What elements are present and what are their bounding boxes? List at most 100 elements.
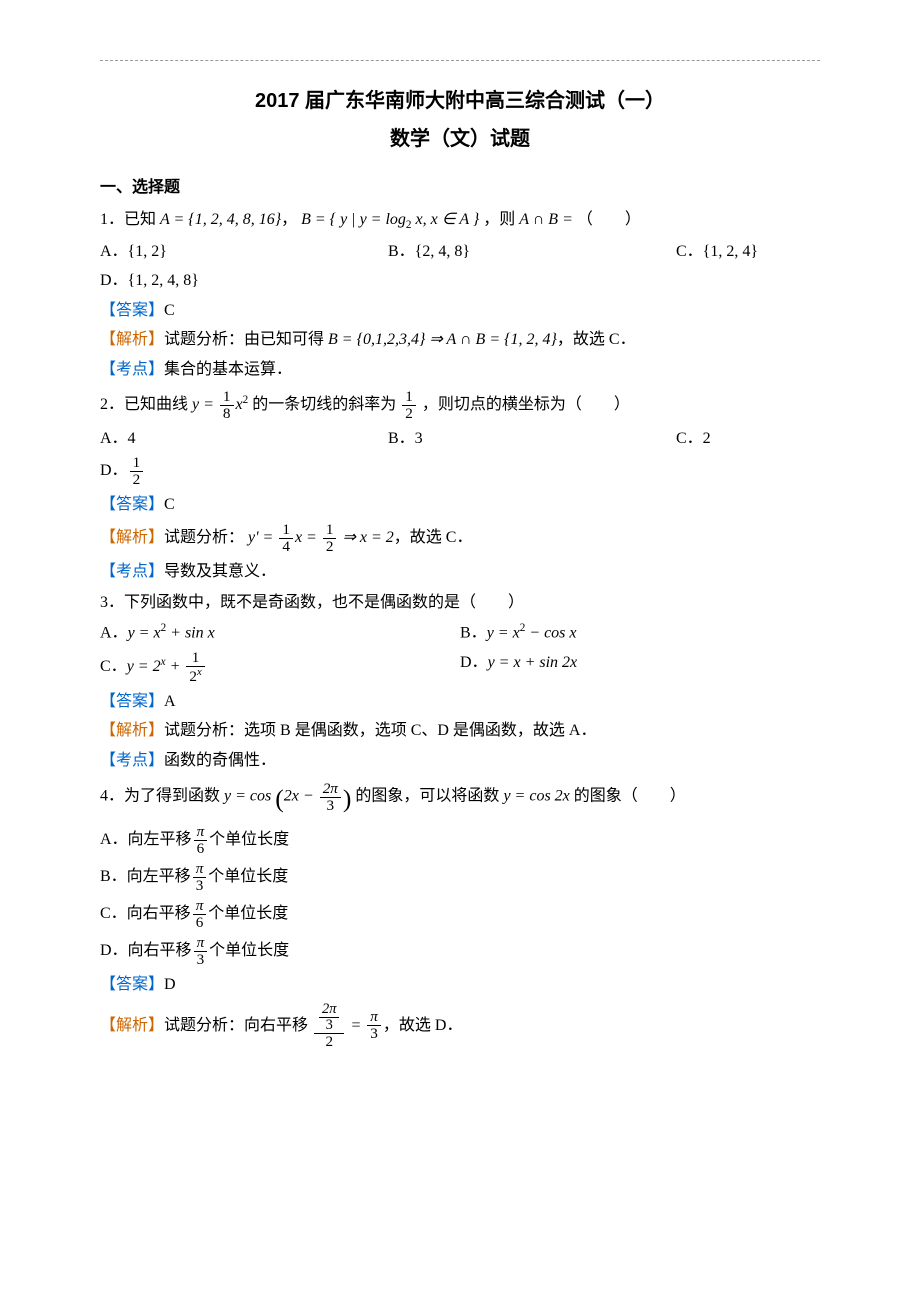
q1-optC-txt: C．{1, 2, 4}: [676, 243, 758, 260]
q4-inner-frac: 2π3: [320, 781, 341, 814]
q2-optD-frac: 12: [130, 455, 144, 488]
q4-optB: B．向左平移π3个单位长度: [100, 861, 820, 894]
q1-options: A．{1, 2} B．{2, 4, 8} C．{1, 2, 4}: [100, 239, 820, 265]
q2-f2d: 2: [402, 406, 416, 422]
q2-pre: 2．已知曲线: [100, 396, 188, 413]
q3-opts-row2: C．y = 2x + 12x D．y = x + sin 2x: [100, 650, 820, 685]
q2-optA: A．4: [100, 426, 388, 452]
q3-optA-pre: A．: [100, 624, 128, 641]
q2-exp-f1: 14: [279, 522, 293, 555]
q4-optD: D．向右平移 π3个单位长度: [100, 935, 820, 968]
q4-optD-pre: D．向右平移: [100, 942, 192, 959]
q1-ans-val: C: [164, 302, 175, 319]
q4-inner-pre: 2x −: [284, 788, 314, 805]
q2-exp-arrow: ⇒ x = 2: [342, 529, 393, 546]
q3-topic: 【考点】函数的奇偶性．: [100, 748, 820, 774]
q2-x: x: [236, 396, 243, 413]
q4-optA-n: π: [197, 823, 205, 840]
q4-exp-rn: π: [370, 1008, 378, 1025]
q1-optC: C．{1, 2, 4}: [676, 239, 820, 265]
q3-optB-m: y = x: [487, 624, 520, 641]
q3-optC-pre: C．: [100, 658, 127, 675]
q2-optD: D．12: [100, 455, 820, 488]
lparen-icon: (: [275, 784, 284, 813]
q3-optA-m: y = x: [128, 624, 161, 641]
q4-optB-n: π: [196, 860, 204, 877]
q4-optD-n: π: [197, 934, 205, 951]
q3-optD-m: y = x + sin 2x: [488, 654, 578, 671]
q2-explanation: 【解析】试题分析： y' = 14x = 12 ⇒ x = 2，故选 C．: [100, 522, 820, 555]
q3-stem: 3．下列函数中，既不是奇函数，也不是偶函数的是（ ）: [100, 590, 820, 616]
q4-optC-pre: C．向右平移: [100, 905, 191, 922]
q2-f1d: 8: [220, 406, 234, 422]
q4-optC-tail: 个单位长度: [208, 905, 288, 922]
q2-sup2: 2: [243, 393, 249, 405]
q4-exp-bignum: 2π3: [314, 1002, 344, 1034]
q3-exp-txt: 试题分析：选项 B 是偶函数，选项 C、D 是偶函数，故选 A．: [164, 722, 596, 739]
q3-optC: C．y = 2x + 12x: [100, 650, 460, 685]
q4-optA: A．向左平移 π6个单位长度: [100, 824, 820, 857]
page-title-2: 数学（文）试题: [100, 123, 820, 155]
q4-optA-d: 6: [194, 841, 208, 857]
q4-optB-pre: B．向左平移: [100, 868, 191, 885]
section-heading: 一、选择题: [100, 175, 820, 201]
q2-kp-txt: 导数及其意义．: [164, 563, 276, 580]
q1-optB: B．{2, 4, 8}: [388, 239, 676, 265]
q4-tail: 的图象（ ）: [574, 788, 686, 805]
q3-opts-row1: A．y = x2 + sin x B．y = x2 − cos x: [100, 620, 820, 646]
answer-tag: 【答案】: [100, 496, 164, 513]
q1-exp-math: B = {0,1,2,3,4} ⇒ A ∩ B = {1, 2, 4}: [328, 331, 557, 348]
q3-optC-frac: 12x: [186, 650, 204, 685]
page-title-1: 2017 届广东华南师大附中高三综合测试（一）: [100, 85, 820, 117]
top-divider: [100, 60, 820, 61]
q3-optB-t: − cos x: [525, 624, 576, 641]
q1-setB-tail: x, x ∈ A }: [412, 211, 480, 228]
answer-tag: 【答案】: [100, 302, 164, 319]
q4-exp-pre: 试题分析：向右平移: [164, 1016, 308, 1033]
q4-exp-in-bot: 3: [319, 1018, 339, 1033]
q2-f1n: 1: [220, 389, 234, 406]
q2-topic: 【考点】导数及其意义．: [100, 559, 820, 585]
explain-tag: 【解析】: [100, 1016, 164, 1033]
q1-topic: 【考点】集合的基本运算．: [100, 357, 820, 383]
q4-optD-tail: 个单位长度: [209, 942, 289, 959]
q3-optC-plus: +: [166, 658, 185, 675]
q4-optA-pre: A．向左平移: [100, 832, 192, 849]
q2-f2n: 1: [402, 389, 416, 406]
q2-options: A．4 B．3 C．2: [100, 426, 820, 452]
q1-setB: B = { y | y = log2 x, x ∈ A }: [301, 211, 483, 228]
q2-ef2n: 1: [323, 522, 337, 539]
q1-optA: A．{1, 2}: [100, 239, 388, 265]
q3-ans-val: A: [164, 693, 176, 710]
topic-tag: 【考点】: [100, 563, 164, 580]
q4-exp-eq: =: [350, 1016, 361, 1033]
q4-optC-d: 6: [193, 915, 207, 931]
question-4: 4．为了得到函数 y = cos (2x − 2π3) 的图象，可以将函数 y …: [100, 779, 820, 1049]
q3-optB-pre: B．: [460, 624, 487, 641]
q3-optC-den2: 2: [189, 668, 197, 685]
q3-optA: A．y = x2 + sin x: [100, 620, 460, 646]
q4-optD-d: 3: [194, 952, 208, 968]
q2-ans-val: C: [164, 496, 175, 513]
q4-y: y = cos: [224, 788, 271, 805]
q1-answer: 【答案】C: [100, 298, 820, 324]
q2-optD-d: 2: [130, 472, 144, 488]
q4-optA-tail: 个单位长度: [209, 832, 289, 849]
q1-optD: D．{1, 2, 4, 8}: [100, 268, 820, 294]
answer-tag: 【答案】: [100, 976, 164, 993]
q4-mid: 的图象，可以将函数: [355, 788, 499, 805]
q3-optC-denx: x: [197, 667, 202, 678]
q1-stem: 1．已知 A = {1, 2, 4, 8, 16}， B = { y | y =…: [100, 207, 820, 235]
rparen-icon: ): [343, 784, 352, 813]
q1-optD-txt: D．{1, 2, 4, 8}: [100, 272, 199, 289]
q2-y: y =: [192, 396, 214, 413]
q3-optC-num: 1: [186, 650, 204, 667]
q4-optC-frac: π6: [193, 898, 207, 931]
question-2: 2．已知曲线 y = 18x2 的一条切线的斜率为 12 ，则切点的横坐标为（ …: [100, 389, 820, 585]
q4-exp-tail: ，故选 D．: [383, 1016, 463, 1033]
q3-answer: 【答案】A: [100, 689, 820, 715]
q4-exp-innerfrac: 2π3: [319, 1002, 339, 1033]
q2-mid2: ，则切点的横坐标为（ ）: [422, 396, 630, 413]
q3-optC-den: 2x: [186, 667, 204, 685]
q2-mid1: 的一条切线的斜率为: [252, 396, 396, 413]
